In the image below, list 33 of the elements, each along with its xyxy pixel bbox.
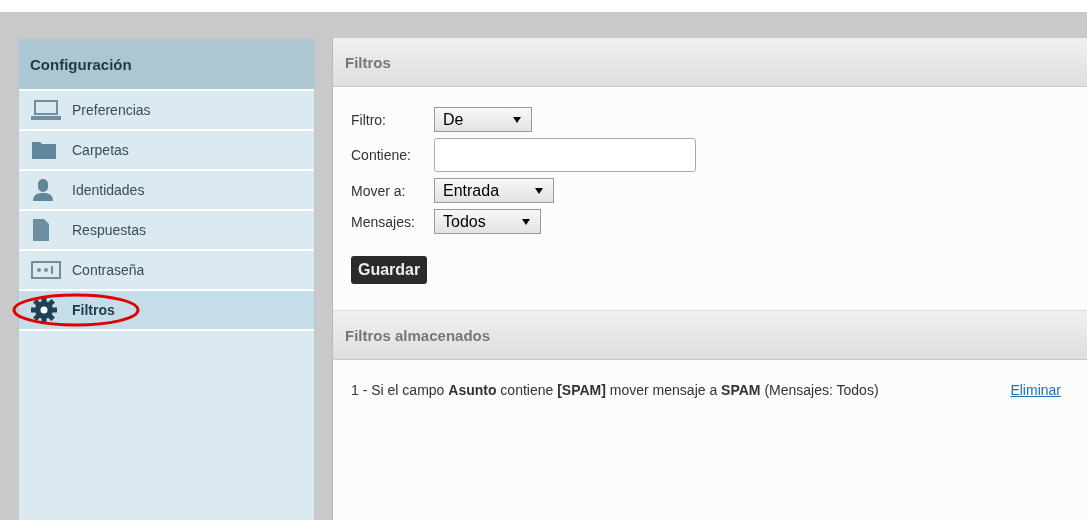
sidebar-item-label: Contraseña: [72, 262, 145, 278]
field-label: Filtro:: [351, 111, 387, 128]
field-label: Contiene:: [351, 147, 412, 163]
password-icon: [31, 261, 61, 279]
input-field[interactable]: [434, 138, 696, 172]
gear-icon: [31, 297, 57, 323]
document-icon: [31, 218, 51, 242]
sidebar-item[interactable]: Carpetas: [19, 131, 314, 171]
person-icon: [31, 178, 55, 202]
sidebar-item[interactable]: Identidades: [19, 171, 314, 211]
panel-title: Filtros almacenados: [333, 311, 1087, 360]
save-button[interactable]: Guardar: [351, 256, 428, 284]
dropdown[interactable]: De: [434, 107, 532, 132]
panel-title: Filtros: [333, 38, 1087, 87]
sidebar-item-label: Filtros: [72, 302, 115, 318]
dropdown[interactable]: Entrada: [434, 178, 555, 203]
sidebar-item[interactable]: Preferencias: [19, 91, 314, 131]
dropdown[interactable]: Todos: [434, 209, 541, 234]
field-label: Mover a:: [351, 182, 407, 199]
caret-icon: [535, 187, 544, 194]
sidebar-item-label: Preferencias: [72, 102, 151, 118]
caret-icon: [521, 218, 530, 225]
sidebar-title: Configuración: [19, 39, 314, 91]
laptop-icon: [31, 98, 61, 122]
filter-rule-text: 1 - Si el campo Asunto contiene [SPAM] mover mensaje a SPAM (Mensajes: Todos): [351, 382, 879, 398]
delete-link[interactable]: Eliminar: [1010, 382, 1061, 398]
sidebar-item-label: Respuestas: [72, 222, 146, 238]
folder-icon: [31, 140, 57, 160]
caret-icon: [513, 116, 521, 123]
sidebar-item-label: Identidades: [72, 182, 145, 198]
sidebar-item-label: Carpetas: [72, 142, 129, 158]
field-label: Mensajes:: [351, 213, 416, 230]
sidebar-item[interactable]: Respuestas: [19, 211, 314, 251]
